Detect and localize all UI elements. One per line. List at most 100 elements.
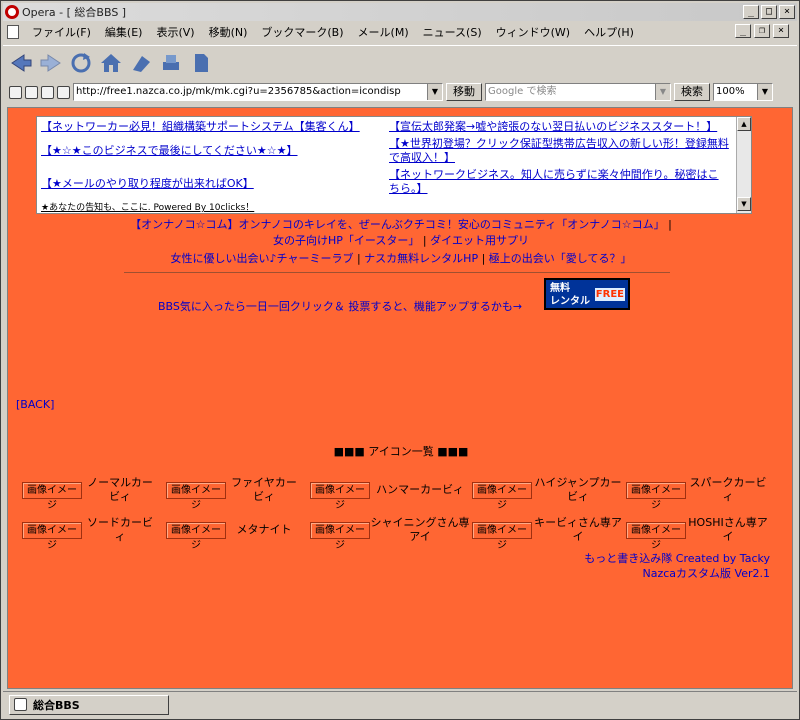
menu-mail[interactable]: メール(M)	[351, 24, 416, 40]
image-button[interactable]: 画像イメージ	[310, 481, 370, 511]
menu-window[interactable]: ウィンドウ(W)	[489, 24, 577, 40]
lock-icon[interactable]	[9, 85, 22, 99]
go-button[interactable]: 移動	[446, 83, 482, 101]
icon-row-2: 画像イメージ ソードカービィ 画像イメージ メタナイト 画像イメージ シャイニングさん…	[22, 516, 770, 551]
scroll-track[interactable]	[737, 131, 751, 197]
print-icon[interactable]	[159, 51, 183, 75]
title-bar: Opera - [ 総合BBS ] _ □ ×	[3, 3, 797, 21]
zoom-select[interactable]: 100% ▼	[713, 83, 773, 101]
image-button[interactable]: 画像イメージ	[22, 521, 82, 551]
status-bar: 総合BBS	[3, 691, 797, 717]
icon-item: 画像イメージ ハイジャンプカービィ	[472, 476, 626, 511]
icon-name: ソードカービィ	[87, 516, 153, 543]
ad-link[interactable]: 【宣伝太郎発案→嘘や誇張のない翌日払いのビジネススタート！】	[389, 120, 729, 134]
ad-link[interactable]: 【★☆★このビジネスで最後にしてください★☆★】	[41, 144, 381, 158]
ad-link[interactable]: ★あなたの告知も、ここに. Powered By 10clicks！	[41, 201, 381, 215]
back-link[interactable]: [BACK]	[16, 398, 54, 411]
icon-name: スパークカービィ	[689, 476, 767, 503]
menu-news[interactable]: ニュース(S)	[416, 24, 489, 40]
search-input[interactable]: Google で検索 ▼	[485, 83, 671, 101]
menu-edit[interactable]: 編集(E)	[98, 24, 150, 40]
search-button[interactable]: 検索	[674, 83, 710, 101]
menu-bar: ファイル(F) 編集(E) 表示(V) 移動(N) ブックマーク(B) メール(…	[3, 22, 797, 42]
image-button[interactable]: 画像イメージ	[472, 481, 532, 511]
menu-help[interactable]: ヘルプ(H)	[577, 24, 641, 40]
icon-list-title: ■■■ アイコン一覧 ■■■	[333, 445, 469, 458]
camera-icon[interactable]	[25, 85, 38, 99]
sponsor-links-row3: 女性に優しい出会い♪チャーミーラブ | ナスカ無料レンタルHP | 極上の出会い…	[170, 252, 632, 265]
close-button[interactable]: ×	[779, 5, 795, 19]
link[interactable]: ダイエット用サプリ	[430, 234, 529, 247]
scroll-up-icon[interactable]: ▲	[737, 117, 751, 131]
ad-link[interactable]: 【ネットワーカー必見！組織構築サポートシステム【集客くん】	[41, 120, 381, 134]
home-icon[interactable]	[99, 51, 123, 75]
sponsor-links-row2: 女の子向けHP「イースター」 | ダイエット用サプリ	[273, 234, 529, 247]
url-input[interactable]: http://free1.nazca.co.jp/mk/mk.cgi?u=235…	[73, 83, 443, 101]
browser-window: Opera - [ 総合BBS ] _ □ × ファイル(F) 編集(E) 表示…	[0, 0, 800, 720]
menu-navigate[interactable]: 移動(N)	[202, 24, 255, 40]
printer-small-icon[interactable]	[57, 85, 70, 99]
maximize-button[interactable]: □	[761, 5, 777, 19]
mdi-restore-button[interactable]: ❐	[754, 24, 770, 38]
search-placeholder: Google で検索	[488, 86, 557, 97]
image-button[interactable]: 画像イメージ	[22, 481, 82, 511]
icon-name: キービィさん専アイ	[534, 516, 622, 543]
icon-name: メタナイト	[236, 523, 292, 536]
opera-logo-icon	[5, 5, 19, 19]
image-button[interactable]: 画像イメージ	[626, 481, 686, 511]
page-tab-icon	[14, 698, 27, 711]
minimize-button[interactable]: _	[743, 5, 759, 19]
scroll-down-icon[interactable]: ▼	[737, 197, 751, 211]
icon-item: 画像イメージ スパークカービィ	[626, 476, 770, 511]
link[interactable]: 極上の出会い「愛してる？」	[489, 252, 632, 265]
menu-file[interactable]: ファイル(F)	[25, 24, 98, 40]
forward-arrow-icon[interactable]	[39, 51, 63, 75]
version-link[interactable]: Nazcaカスタム版 Ver2.1	[584, 566, 770, 581]
new-page-icon[interactable]	[41, 85, 54, 99]
menu-bookmarks[interactable]: ブックマーク(B)	[254, 24, 350, 40]
menu-view[interactable]: 表示(V)	[149, 24, 201, 40]
search-dropdown-icon[interactable]: ▼	[655, 84, 670, 100]
icon-name: HOSHIさん専アイ	[688, 516, 768, 543]
mdi-minimize-button[interactable]: _	[735, 24, 751, 38]
icon-name: シャイニングさん専アイ	[370, 516, 470, 543]
free-badge: FREE	[594, 288, 625, 301]
image-button[interactable]: 画像イメージ	[166, 521, 226, 551]
ad-link[interactable]: 【★世界初登場？クリック保証型携帯広告収入の新しい形！登録無料で高収入！】	[389, 137, 729, 165]
ad-scrollbar[interactable]: ▲ ▼	[736, 117, 751, 213]
image-button[interactable]: 画像イメージ	[310, 521, 370, 551]
ad-link[interactable]: 【★メールのやり取り程度が出来ればOK】	[41, 177, 381, 191]
link[interactable]: 女性に優しい出会い♪チャーミーラブ	[171, 252, 354, 265]
address-bar: http://free1.nazca.co.jp/mk/mk.cgi?u=235…	[3, 81, 797, 103]
vote-text[interactable]: BBS気に入ったら一日一回クリック＆ 投票すると、機能アップするかも→	[158, 298, 522, 314]
page-tab[interactable]: 総合BBS	[9, 694, 169, 715]
image-button[interactable]: 画像イメージ	[472, 521, 532, 551]
back-arrow-icon[interactable]	[9, 51, 33, 75]
icon-item: 画像イメージ ハンマーカービィ	[310, 476, 472, 511]
zoom-dropdown-icon[interactable]: ▼	[757, 84, 772, 100]
link[interactable]: ナスカ無料レンタルHP	[364, 252, 478, 265]
document-icon[interactable]	[7, 25, 19, 39]
wand-icon[interactable]	[129, 51, 153, 75]
icon-name: ファイヤカービィ	[231, 476, 297, 503]
divider	[124, 272, 670, 273]
url-dropdown-icon[interactable]: ▼	[427, 84, 442, 100]
icon-name: ハンマーカービィ	[376, 483, 464, 496]
image-button[interactable]: 画像イメージ	[166, 481, 226, 511]
nav-toolbar	[3, 45, 797, 79]
icon-item: 画像イメージ キービィさん専アイ	[472, 516, 626, 551]
reload-icon[interactable]	[69, 51, 93, 75]
sponsor-links-row1: 【オンナノコ☆コム】オンナノコのキレイを、ぜーんぶクチコミ！安心のコミュニティ「…	[130, 218, 672, 231]
icon-item: 画像イメージ ソードカービィ	[22, 516, 166, 551]
page-icon[interactable]	[189, 51, 213, 75]
icon-item: 画像イメージ HOSHIさん専アイ	[626, 516, 770, 551]
ad-link[interactable]: 【ネットワークビジネス。知人に売らずに楽々仲間作り。秘密はこちら。】	[389, 168, 729, 196]
credit-link[interactable]: もっと書き込み隊 Created by Tacky	[584, 551, 770, 566]
free-rental-banner[interactable]: 無料 レンタル FREE	[544, 278, 630, 310]
icon-item: 画像イメージ ファイヤカービィ	[166, 476, 310, 511]
link[interactable]: 【オンナノコ☆コム】オンナノコのキレイを、ぜーんぶクチコミ！安心のコミュニティ「…	[130, 218, 664, 231]
mdi-close-button[interactable]: ×	[773, 24, 789, 38]
page-content: 【ネットワーカー必見！組織構築サポートシステム【集客くん】 【★☆★このビジネス…	[7, 107, 793, 689]
image-button[interactable]: 画像イメージ	[626, 521, 686, 551]
link[interactable]: 女の子向けHP「イースター」	[273, 234, 419, 247]
